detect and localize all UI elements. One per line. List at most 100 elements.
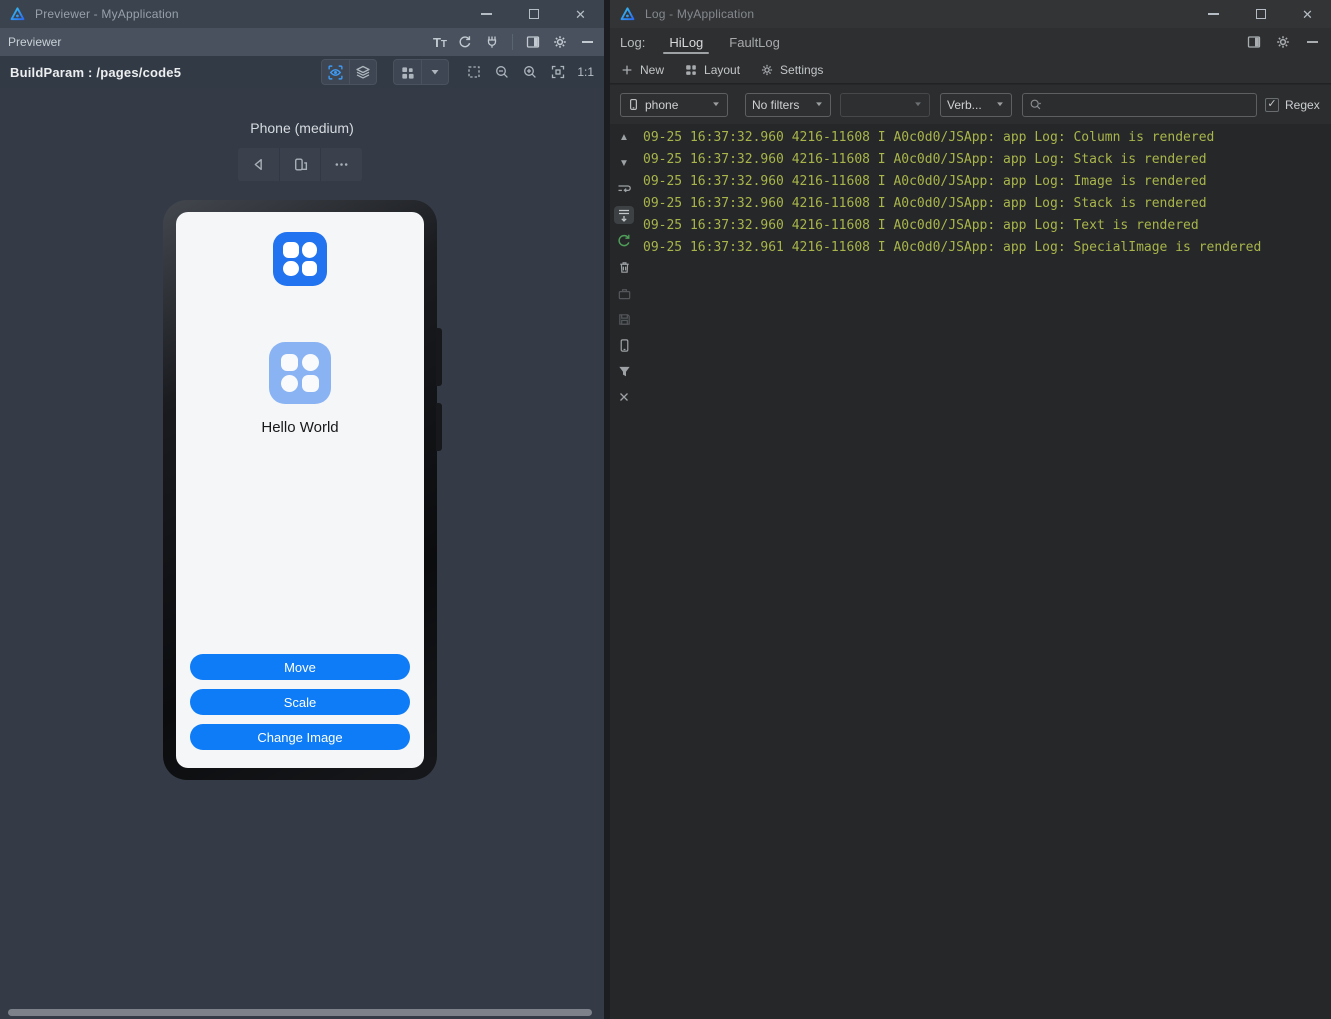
gear-icon[interactable] [1274, 33, 1292, 51]
regex-label: Regex [1285, 97, 1320, 112]
chevron-down-icon [814, 98, 824, 112]
device-value: phone [645, 97, 679, 112]
settings-button[interactable]: Settings [760, 63, 823, 77]
text-size-icon[interactable]: TT [433, 35, 447, 50]
regex-checkbox[interactable]: ✓ Regex [1265, 97, 1320, 112]
scale-button[interactable]: Scale [190, 689, 410, 715]
process-select[interactable] [840, 92, 930, 117]
search-icon [1030, 99, 1042, 109]
app-icon-light [269, 342, 331, 404]
new-button[interactable]: New [620, 63, 664, 77]
device-icon[interactable] [614, 336, 634, 354]
close-icon[interactable]: ✕ [1284, 0, 1331, 28]
window-title: Log - MyApplication [645, 7, 755, 21]
layout-button[interactable]: Layout [684, 63, 740, 77]
log-tabs-bar: Log: HiLog FaultLog [610, 28, 1331, 56]
deveco-logo-icon [10, 6, 25, 20]
chevron-down-icon[interactable] [421, 60, 448, 84]
ratio-1-1-button[interactable]: 1:1 [577, 65, 594, 79]
previewer-toolbar-icons: TT [433, 33, 596, 51]
rotate-device-icon[interactable] [278, 148, 321, 181]
phone-mockup: Hello World Move Scale Change Image [163, 200, 442, 780]
app-icon [273, 232, 327, 286]
window-controls: ✕ [463, 0, 604, 28]
minimize-icon[interactable] [463, 0, 510, 28]
zoom-out-icon[interactable] [493, 63, 511, 81]
selection-frame-icon[interactable] [465, 63, 483, 81]
export-icon[interactable] [614, 284, 634, 302]
previewer-titlebar: Previewer - MyApplication ✕ [0, 0, 604, 28]
maximize-icon[interactable] [510, 0, 557, 28]
phone-screen: Hello World Move Scale Change Image [176, 212, 424, 768]
phone-icon [630, 99, 637, 110]
restart-icon[interactable] [614, 232, 634, 250]
tab-hilog[interactable]: HiLog [663, 28, 710, 56]
minimize-icon[interactable] [1190, 0, 1237, 28]
scroll-to-end-icon[interactable] [614, 206, 634, 224]
settings-label: Settings [780, 62, 824, 77]
inspector-icon[interactable] [483, 33, 501, 51]
previewer-window: Previewer - MyApplication ✕ Previewer TT [0, 0, 604, 1019]
zoom-in-icon[interactable] [521, 63, 539, 81]
view-mode-group [321, 59, 378, 85]
scroll-to-bottom-icon[interactable]: ▼ [614, 154, 634, 172]
more-icon[interactable] [320, 148, 362, 181]
back-icon[interactable] [238, 148, 279, 181]
fit-screen-icon[interactable] [549, 63, 567, 81]
log-level-select[interactable]: Verb... [940, 92, 1012, 117]
close-icon[interactable] [614, 388, 634, 406]
components-grid-icon[interactable] [394, 60, 421, 84]
move-button[interactable]: Move [190, 654, 410, 680]
log-line[interactable]: 09-25 16:37:32.960 4216-11608 I A0c0d0/J… [643, 171, 1327, 193]
log-line[interactable]: 09-25 16:37:32.960 4216-11608 I A0c0d0/J… [643, 127, 1327, 149]
device-nav-group [238, 148, 362, 181]
previewer-label: Previewer [8, 35, 62, 49]
phone-power-button [436, 403, 442, 451]
eye-icon[interactable] [322, 60, 349, 84]
hide-panel-icon[interactable] [578, 33, 596, 51]
save-log-icon[interactable] [614, 310, 634, 328]
log-tabbar-icons [1245, 33, 1321, 51]
log-line[interactable]: 09-25 16:37:32.960 4216-11608 I A0c0d0/J… [643, 215, 1327, 237]
clear-log-icon[interactable] [614, 258, 634, 276]
chevron-down-icon [995, 98, 1005, 112]
log-action-bar: New Layout Settings [610, 56, 1331, 84]
new-label: New [640, 62, 665, 77]
device-select[interactable]: phone [620, 92, 728, 117]
deveco-logo-icon [620, 6, 635, 20]
tab-faultlog[interactable]: FaultLog [727, 28, 782, 56]
checkbox-check-icon[interactable]: ✓ [1265, 97, 1279, 112]
panel-layout-icon[interactable] [1245, 33, 1263, 51]
filter-icon[interactable] [614, 362, 634, 380]
close-icon[interactable]: ✕ [557, 0, 604, 28]
layout-label: Layout [704, 62, 741, 77]
log-line[interactable]: 09-25 16:37:32.960 4216-11608 I A0c0d0/J… [643, 193, 1327, 215]
log-window: Log - MyApplication ✕ Log: HiLog FaultLo… [610, 0, 1331, 1019]
layers-icon[interactable] [349, 60, 376, 84]
window-controls: ✕ [1190, 0, 1331, 28]
maximize-icon[interactable] [1237, 0, 1284, 28]
log-line[interactable]: 09-25 16:37:32.961 4216-11608 I A0c0d0/J… [643, 237, 1327, 259]
scroll-to-top-icon[interactable]: ▲ [614, 128, 634, 146]
build-param-label: BuildParam : /pages/code5 [10, 64, 182, 80]
components-group [393, 59, 450, 85]
panel-layout-icon[interactable] [524, 33, 542, 51]
soft-wrap-icon[interactable] [614, 180, 634, 198]
filter-select[interactable]: No filters [745, 92, 831, 117]
hide-panel-icon[interactable] [1303, 33, 1321, 51]
log-line[interactable]: 09-25 16:37:32.960 4216-11608 I A0c0d0/J… [643, 149, 1327, 171]
device-label: Phone (medium) [250, 120, 354, 136]
horizontal-scrollbar[interactable] [8, 1009, 592, 1016]
refresh-icon[interactable] [456, 33, 474, 51]
change-image-button[interactable]: Change Image [190, 724, 410, 750]
level-value: Verb... [947, 97, 982, 112]
search-field[interactable] [1022, 92, 1257, 117]
phone-volume-button [436, 328, 442, 386]
log-output-area: ▲ ▼ 09-25 16:37:32.960 4216-11608 I A0c0… [610, 124, 1331, 1019]
log-lines: 09-25 16:37:32.960 4216-11608 I A0c0d0/J… [643, 127, 1327, 259]
search-input[interactable] [1048, 97, 1250, 112]
window-title: Previewer - MyApplication [35, 7, 179, 21]
chevron-down-icon [711, 98, 721, 112]
preview-canvas: Phone (medium) Hello World Move Scale Ch… [0, 88, 604, 1019]
gear-icon[interactable] [551, 33, 569, 51]
